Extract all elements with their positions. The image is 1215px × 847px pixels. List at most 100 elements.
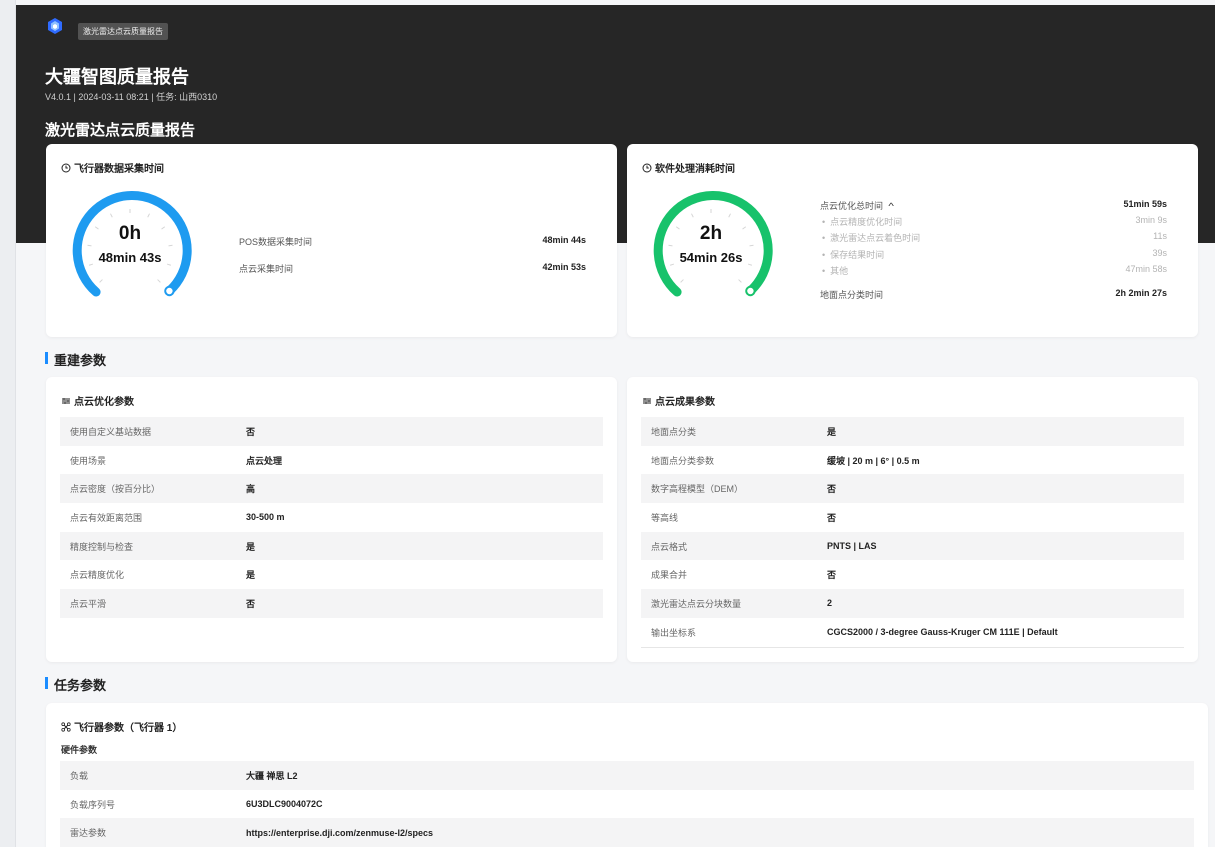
flight-time-label: 飞行器数据采集时间 [74,164,164,175]
gauge-tick [168,244,173,247]
param-value: 否 [246,426,256,437]
software-gauge-ring [653,191,773,297]
table-row: 地面点分类 是 [641,417,1184,446]
gauge-tick [110,213,113,218]
param-key: 数字高程模型（DEM） [651,484,743,495]
sub-row-accuracy: • 点云精度优化时间 3min 9s [822,215,1167,228]
table-row: 输出坐标系 CGCS2000 / 3-degree Gauss-Kruger CM… [641,617,1184,647]
param-key: 地面点分类 [651,426,697,437]
sub-row-label: • 点云精度优化时间 [822,217,903,227]
report-title: 激光雷达点云质量报告 [45,122,196,139]
gauge-tick [99,279,103,283]
param-value: PNTS | LAS [827,541,877,552]
table-row: 使用场景 点云处理 [60,446,603,475]
table-row: 点云有效距离范围 30-500 m [60,503,603,532]
table-row: 使用自定义基站数据 否 [60,417,603,446]
pos-time-value: 48min 44s [542,235,586,245]
param-key: 点云平滑 [70,598,107,609]
collapse-toggle-icon[interactable]: ^ [888,201,894,211]
table-row: 数字高程模型（DEM） 否 [641,474,1184,504]
hardware-subhead: 硬件参数 [61,745,98,755]
optimize-params-card: 点云优化参数 使用自定义基站数据否 使用场景 点云处理 点云密度（按百分比）高 点… [46,377,617,662]
gauge-tick [87,244,92,247]
table-row: 点云密度（按百分比） 高 [60,474,603,504]
param-value: 否 [827,512,837,523]
gauge-tick [728,213,731,218]
clock-icon [642,163,652,172]
result-params-table: 地面点分类 是 地面点分类参数 缓坡 | 20 m | 6° | 0.5 m 数字高… [641,417,1184,648]
param-key: 成果合并 [651,570,688,581]
gauge-tick [147,213,150,218]
param-value: 否 [246,598,256,609]
result-params-label: 点云成果参数 [655,397,715,408]
ground-classify-label: 地面点分类时间 [820,290,884,300]
param-key: 负载序列号 [70,799,116,810]
param-value: 是 [246,570,256,581]
table-row: 成果合并 否 [641,560,1184,589]
param-key: 输出坐标系 [651,627,697,638]
param-value: 30-500 m [246,512,285,523]
report-page: 激光雷达点云质量报告 大疆智图质量报告 V4.0.1 | 2024-03-11 … [16,0,1215,847]
param-value: 缓坡 | 20 m | 6° | 0.5 m [827,455,920,466]
sub-row-value: 3min 9s [1135,215,1167,225]
app-logo-icon [48,18,62,34]
param-key: 点云有效距离范围 [70,512,143,523]
param-value: 高 [246,484,256,495]
optimize-params-label: 点云优化参数 [74,397,134,408]
result-params-card: 点云成果参数 地面点分类 是 地面点分类参数 缓坡 | 20 m | 6° | 0.… [627,377,1198,662]
result-params-title: 点云成果参数 [642,393,715,408]
pos-time-label: POS数据采集时间 [239,237,313,247]
sub-row-coloring: • 激光雷达点云着色时间 11s [822,231,1167,244]
sub-row-label: • 其他 [822,266,849,276]
optimize-total-row[interactable]: 点云优化总时间 ^ 51min 59s [820,199,1167,212]
param-value: https://enterprise.dji.com/zenmuse-l2/sp… [246,827,434,838]
gauge-tick [157,279,161,283]
flight-time-title: 飞行器数据采集时间 [61,160,164,175]
param-value: 是 [246,541,256,552]
flight-time-gauge: 0h 48min 43s [65,189,195,309]
ground-classify-value: 2h 2min 27s [1115,288,1167,298]
param-value: 是 [827,426,837,437]
table-row: 雷达参数 https://enterprise.dji.com/zenmuse-l… [60,818,1194,847]
optimize-params-table: 使用自定义基站数据否 使用场景 点云处理 点云密度（按百分比）高 点云有效距离范围… [60,417,603,618]
sub-row-value: 39s [1152,248,1167,258]
param-key: 等高线 [651,512,679,523]
param-key: 雷达参数 [70,828,107,839]
pos-time-row: POS数据采集时间 48min 44s [239,235,586,248]
param-key: 地面点分类参数 [651,455,715,466]
flight-gauge-hours: 0h [118,223,142,244]
sub-row-other: • 其他 47min 58s [822,264,1167,277]
table-row: 点云平滑 否 [60,589,603,618]
table-row: 点云精度优化 是 [60,560,603,589]
sliders-icon [643,397,651,404]
aircraft-params-label: 飞行器参数（飞行器 1） [74,723,183,734]
param-value: CGCS2000 / 3-degree Gauss-Kruger CM 111E… [827,627,1058,638]
table-row: 点云格式 PNTS | LAS [641,531,1184,561]
app-title: 大疆智图质量报告 [45,67,189,87]
flight-time-card: 飞行器数据采集时间 0h 48min 43s POS数据采集时间 48min 4… [46,144,617,337]
section-task-title: 任务参数 [45,675,106,694]
sliders-icon [62,397,70,404]
param-value: 大疆 禅思 L2 [246,770,298,781]
param-value: 否 [827,570,837,581]
param-key: 点云格式 [651,541,688,552]
param-key: 激光雷达点云分块数量 [651,598,742,609]
optimize-total-label: 点云优化总时间 ^ [820,201,894,211]
pointcloud-time-label: 点云采集时间 [239,264,294,274]
table-row: 等高线 否 [641,503,1184,532]
flight-gauge-detail: 48min 43s [98,250,162,265]
report-type-tag: 激光雷达点云质量报告 [78,23,168,40]
optimize-total-value: 51min 59s [1123,199,1167,209]
sub-row-value: 47min 58s [1125,264,1167,274]
optimize-params-title: 点云优化参数 [61,393,134,408]
flight-gauge-ring [72,191,192,297]
report-meta: V4.0.1 | 2024-03-11 08:21 | 任务: 山西0310 [45,92,218,102]
table-row: 精度控制与检查 是 [60,531,603,561]
param-key: 使用自定义基站数据 [70,426,152,437]
gauge-tick [738,279,742,283]
pointcloud-time-row: 点云采集时间 42min 53s [239,262,586,275]
param-value: 点云处理 [246,455,283,466]
table-row: 激光雷达点云分块数量 2 [641,589,1184,618]
param-key: 负载 [70,770,89,781]
aircraft-params-title: 飞行器参数（飞行器 1） [61,719,182,734]
